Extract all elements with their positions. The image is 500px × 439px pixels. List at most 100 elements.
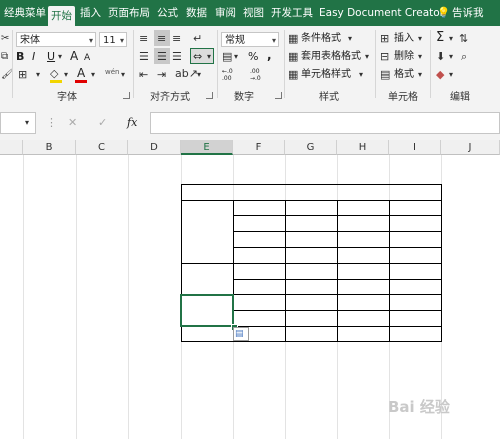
borders-icon[interactable]: ⊞: [18, 68, 27, 82]
font-name-select[interactable]: 宋体 ▾: [16, 32, 96, 47]
quick-analysis-button[interactable]: ▤: [233, 327, 249, 341]
chevron-down-icon[interactable]: ▾: [121, 68, 125, 82]
chevron-down-icon[interactable]: ▾: [359, 68, 363, 82]
chevron-down-icon[interactable]: ▾: [197, 68, 201, 82]
tab-home[interactable]: 开始: [48, 6, 75, 26]
fill-color-icon[interactable]: ◇: [50, 67, 58, 81]
column-header-j[interactable]: J: [441, 140, 500, 155]
wrap-text-icon[interactable]: ↵: [193, 32, 202, 46]
column-header-d[interactable]: D: [128, 140, 181, 155]
grow-font-button[interactable]: A: [70, 49, 78, 63]
chevron-down-icon[interactable]: ▾: [91, 68, 95, 82]
align-center-icon[interactable]: ☰: [157, 50, 167, 64]
group-label-font: 字体: [57, 92, 77, 103]
conditional-formatting-icon: ▦: [288, 32, 299, 45]
tab-classic-menu[interactable]: 经典菜单: [4, 4, 46, 22]
group-label-number: 数字: [234, 92, 254, 103]
delete-cells-button[interactable]: 删除: [394, 50, 414, 64]
chevron-down-icon[interactable]: ▾: [58, 50, 62, 64]
eraser-icon[interactable]: ◆: [436, 68, 444, 82]
chevron-down-icon[interactable]: ▾: [418, 32, 422, 46]
align-middle-icon[interactable]: ≡: [157, 32, 166, 46]
number-format-value: 常规: [225, 35, 245, 46]
percent-style-button[interactable]: %: [248, 50, 258, 64]
find-select-icon[interactable]: ⌕: [461, 50, 467, 64]
font-dialog-launcher[interactable]: [123, 92, 130, 99]
insert-cells-button[interactable]: 插入: [394, 32, 414, 46]
chevron-down-icon[interactable]: ▾: [25, 116, 29, 130]
more-options-icon: ⋮: [46, 116, 57, 129]
number-dialog-launcher[interactable]: [275, 92, 282, 99]
orientation-icon[interactable]: ab↗: [175, 67, 198, 81]
underline-button[interactable]: U: [47, 50, 55, 64]
accounting-format-icon[interactable]: ▤: [222, 50, 232, 64]
number-format-select[interactable]: 常规 ▾: [221, 32, 279, 47]
sort-filter-icon[interactable]: ⇅: [459, 32, 468, 46]
font-size-select[interactable]: 11 ▾: [99, 32, 127, 47]
formula-input[interactable]: [150, 112, 500, 134]
phonetic-guide-button[interactable]: wén: [105, 65, 119, 79]
tab-developer[interactable]: 开发工具: [271, 4, 313, 22]
chevron-down-icon[interactable]: ▾: [365, 50, 369, 64]
group-label-styles: 样式: [319, 92, 339, 103]
comma-style-button[interactable]: ,: [267, 48, 272, 62]
lightbulb-icon[interactable]: 💡: [437, 4, 450, 22]
insert-function-button[interactable]: fx: [127, 116, 137, 130]
name-box[interactable]: [0, 112, 36, 134]
increase-decimal-button[interactable]: ←.0 .00: [222, 68, 244, 82]
column-header-c[interactable]: C: [76, 140, 128, 155]
font-name-value: 宋体: [20, 35, 40, 46]
shrink-font-button[interactable]: A: [84, 51, 90, 65]
chevron-down-icon[interactable]: ▾: [418, 50, 422, 64]
chevron-down-icon[interactable]: ▾: [36, 68, 40, 82]
chevron-down-icon[interactable]: ▾: [234, 50, 238, 64]
tab-data[interactable]: 数据: [186, 4, 207, 22]
chevron-down-icon: ▾: [119, 36, 124, 45]
cut-icon[interactable]: ✂: [1, 32, 9, 46]
tab-formulas[interactable]: 公式: [157, 4, 178, 22]
bold-button[interactable]: B: [16, 50, 24, 64]
decrease-decimal-button[interactable]: .00 →.0: [250, 68, 272, 82]
tab-easy-document-creator[interactable]: Easy Document Creator: [319, 4, 444, 22]
italic-button[interactable]: I: [32, 50, 35, 64]
chevron-down-icon[interactable]: ▾: [348, 32, 352, 46]
alignment-dialog-launcher[interactable]: [206, 92, 213, 99]
cell-styles-icon: ▦: [288, 68, 299, 81]
font-color-button[interactable]: A: [77, 66, 85, 80]
align-top-icon[interactable]: ≡: [139, 32, 148, 46]
tell-me-search[interactable]: 告诉我: [452, 4, 484, 22]
chevron-down-icon[interactable]: ▾: [449, 68, 453, 82]
column-header-h[interactable]: H: [337, 140, 389, 155]
tab-view[interactable]: 视图: [243, 4, 264, 22]
column-header-b[interactable]: B: [23, 140, 76, 155]
copy-icon[interactable]: ⧉: [1, 50, 8, 64]
column-header-f[interactable]: F: [233, 140, 285, 155]
chevron-down-icon[interactable]: ▾: [207, 50, 211, 64]
column-header-g[interactable]: G: [285, 140, 337, 155]
align-right-icon[interactable]: ☰: [172, 50, 182, 64]
format-as-table-button[interactable]: 套用表格格式: [301, 50, 361, 64]
tab-review[interactable]: 审阅: [215, 4, 236, 22]
enter-formula-button[interactable]: ✓: [98, 116, 107, 130]
align-bottom-icon[interactable]: ≡: [172, 32, 181, 46]
selected-cell[interactable]: [180, 294, 234, 327]
column-header-e[interactable]: E: [181, 140, 233, 155]
autosum-button[interactable]: Σ: [436, 31, 444, 45]
chevron-down-icon[interactable]: ▾: [64, 68, 68, 82]
conditional-formatting-button[interactable]: 条件格式: [301, 32, 341, 46]
chevron-down-icon[interactable]: ▾: [418, 68, 422, 82]
cell-styles-button[interactable]: 单元格样式: [301, 68, 351, 82]
chevron-down-icon: ▾: [271, 36, 276, 45]
increase-indent-icon[interactable]: ⇥: [157, 68, 166, 82]
cancel-formula-button[interactable]: ✕: [68, 116, 77, 130]
chevron-down-icon[interactable]: ▾: [449, 50, 453, 64]
fill-icon[interactable]: ⬇: [436, 50, 445, 64]
decrease-indent-icon[interactable]: ⇤: [139, 68, 148, 82]
column-header-a-partial[interactable]: [0, 140, 23, 155]
align-left-icon[interactable]: ☰: [139, 50, 149, 64]
chevron-down-icon[interactable]: ▾: [449, 32, 453, 46]
column-header-i[interactable]: I: [389, 140, 441, 155]
tab-insert[interactable]: 插入: [80, 4, 101, 22]
format-cells-button[interactable]: 格式: [394, 68, 414, 82]
tab-page-layout[interactable]: 页面布局: [108, 4, 150, 22]
